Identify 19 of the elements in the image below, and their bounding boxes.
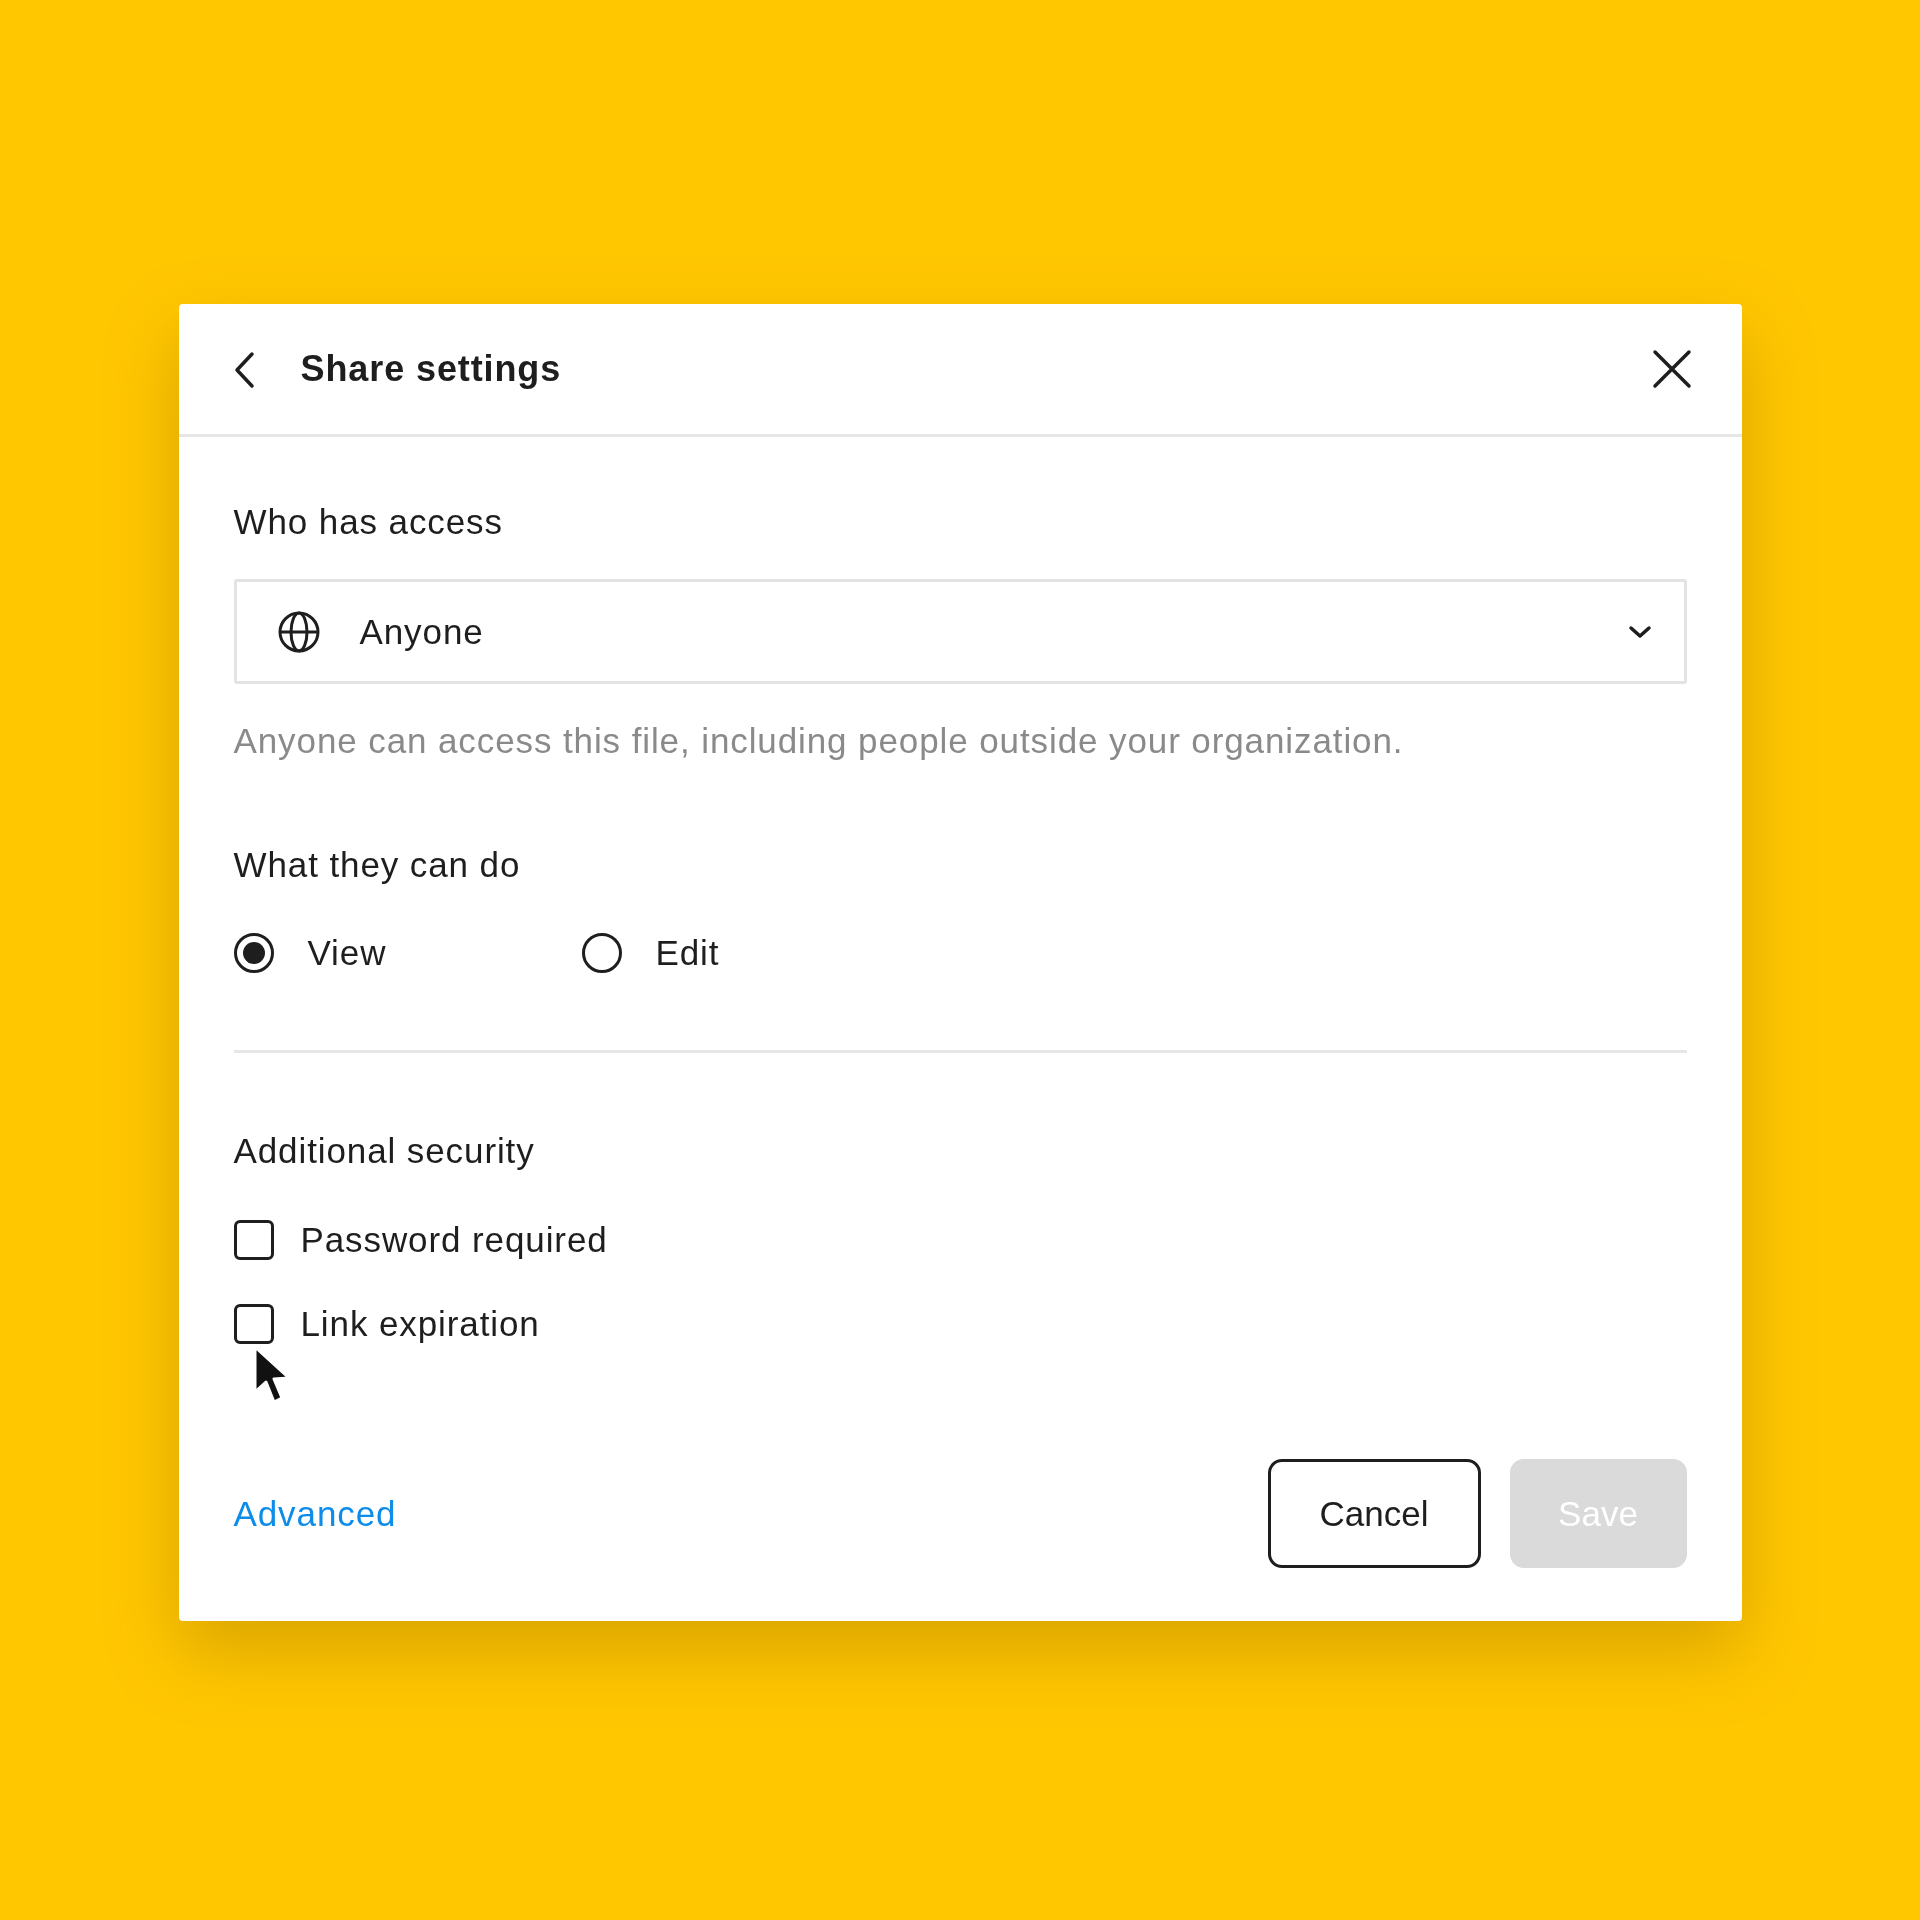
close-icon[interactable]	[1651, 349, 1692, 389]
dialog-title: Share settings	[300, 348, 563, 390]
section-heading: Additional security	[233, 1130, 535, 1172]
access-dropdown[interactable]: Anyone	[233, 579, 1687, 684]
radio-button[interactable]	[233, 933, 274, 973]
globe-icon	[276, 609, 321, 654]
section-heading: What they can do	[233, 844, 521, 886]
security-checkbox-option[interactable]: Password required	[233, 1218, 608, 1262]
permission-radio-option[interactable]: Edit	[581, 931, 930, 975]
cancel-button[interactable]: Cancel	[1267, 1459, 1481, 1568]
advanced-link[interactable]: Advanced	[233, 1493, 397, 1534]
checkbox[interactable]	[233, 1220, 274, 1260]
section-heading: Who has access	[233, 501, 503, 543]
radio-button[interactable]	[581, 933, 622, 973]
security-checkbox-option[interactable]: Link expiration	[233, 1302, 608, 1346]
permission-radio-option[interactable]: View	[233, 931, 582, 975]
access-description: Anyone can access this file, including people outside your organization.	[233, 720, 1404, 762]
checkbox[interactable]	[233, 1304, 274, 1344]
chevron-down-icon	[1627, 624, 1652, 639]
